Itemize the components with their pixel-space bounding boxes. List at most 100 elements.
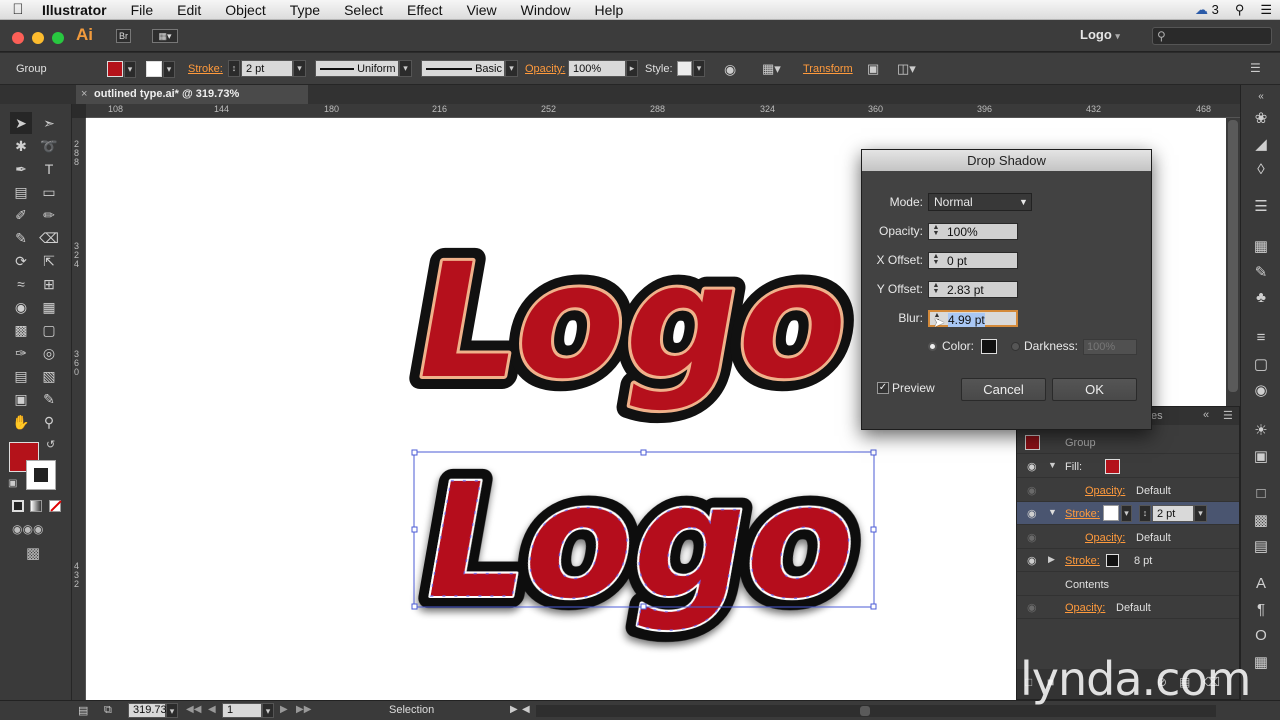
brush-dropdown[interactable]: ▾ (505, 60, 518, 77)
menu-window[interactable]: Window (509, 2, 583, 18)
cancel-button[interactable]: Cancel (961, 378, 1046, 401)
apple-icon[interactable]:  (0, 1, 36, 18)
color-mode-icon[interactable] (12, 500, 24, 512)
align-icon[interactable]: ▦▾ (762, 61, 781, 77)
zoom-tool-icon[interactable]: ⚲ (38, 411, 60, 433)
minimize-window-button[interactable] (32, 32, 44, 44)
stroke-color-box[interactable] (26, 460, 56, 490)
eye-icon[interactable]: ◉ (1027, 484, 1037, 497)
workspace-switcher[interactable]: Logo ▾ (1080, 27, 1120, 42)
creative-cloud-status[interactable]: ☁ 3 (1195, 2, 1219, 18)
chevron-down-icon[interactable]: ▼ (1048, 507, 1057, 517)
chevron-right-icon[interactable]: ▶ (1048, 554, 1055, 565)
swatches-icon[interactable]: ▦ (1250, 237, 1272, 257)
artboards-icon[interactable]: ▤ (1250, 537, 1272, 557)
horizontal-ruler[interactable]: 108 144 180 216 252 288 324 360 396 432 … (86, 104, 1240, 118)
collapse-dock-icon[interactable]: « (1250, 91, 1272, 111)
stroke-swatch[interactable] (146, 61, 162, 77)
panel-menu-icon[interactable]: ☰ (1250, 61, 1261, 75)
magic-wand-tool-icon[interactable]: ✱ (10, 135, 32, 157)
lasso-tool-icon[interactable]: ➰ (38, 135, 60, 157)
zoom-icon[interactable]: ▤ (78, 704, 88, 717)
rotate-tool-icon[interactable]: ⟳ (10, 250, 32, 272)
slice-tool-icon[interactable]: ✎ (38, 388, 60, 410)
horizontal-scrollbar[interactable] (536, 705, 1216, 717)
stroke-weight-dropdown[interactable]: ▾ (1194, 505, 1207, 522)
fill-dropdown[interactable]: ▾ (124, 61, 136, 78)
stroke-weight-dropdown[interactable]: ▾ (293, 60, 306, 77)
gradient-mode-icon[interactable] (30, 500, 42, 512)
status-menu-icon[interactable]: ▶ (510, 704, 518, 715)
opacity-label[interactable]: Opacity: (1085, 532, 1125, 544)
eraser-tool-icon[interactable]: ⌫ (38, 227, 60, 249)
transform-link[interactable]: Transform (803, 63, 853, 75)
transparency-icon[interactable]: ◉ (1250, 381, 1272, 401)
opentype-icon[interactable]: O (1250, 627, 1272, 647)
free-transform-tool-icon[interactable]: ⊞ (38, 273, 60, 295)
stepper-icon[interactable]: ▲ ▼ (930, 282, 942, 296)
symbol-sprayer-tool-icon[interactable]: ▤ (10, 365, 32, 387)
eye-icon[interactable]: ◉ (1027, 460, 1037, 473)
column-graph-tool-icon[interactable]: ▧ (38, 365, 60, 387)
scrollbar-thumb[interactable] (1228, 120, 1238, 392)
y-offset-field[interactable]: ▲ ▼ 2.83 pt (928, 281, 1018, 298)
mode-select[interactable]: Normal ▼ (928, 193, 1032, 211)
vertical-ruler[interactable]: 288 324 360 432 (72, 118, 86, 700)
menu-edit[interactable]: Edit (165, 2, 213, 18)
glyphs-icon[interactable]: ▦ (1250, 653, 1272, 673)
menu-select[interactable]: Select (332, 2, 395, 18)
stroke-swatch[interactable] (1106, 554, 1119, 567)
menu-object[interactable]: Object (213, 2, 277, 18)
zoom-window-button[interactable] (52, 32, 64, 44)
stroke-swatch[interactable] (1103, 505, 1119, 521)
stroke-weight-field[interactable]: 2 pt (241, 60, 293, 77)
opacity-field[interactable]: ▲ ▼ 100% (928, 223, 1018, 240)
appearance-opacity-row[interactable]: ◉ Opacity: Default (1017, 479, 1239, 502)
fill-swatch[interactable] (107, 61, 123, 77)
layers-icon[interactable]: ☰ (1250, 197, 1272, 217)
stroke-panel-icon[interactable]: ≡ (1250, 329, 1272, 349)
align-panel-icon[interactable]: ▣ (1250, 447, 1272, 467)
stroke-label[interactable]: Stroke: (1065, 555, 1100, 567)
graphic-style-swatch[interactable] (677, 61, 692, 76)
opacity-label[interactable]: Opacity: (1065, 602, 1105, 614)
appearance-stroke-row[interactable]: ◉ ▶ Stroke: 8 pt (1017, 549, 1239, 572)
eye-icon[interactable]: ◉ (1027, 507, 1037, 520)
recolor-artwork-icon[interactable]: ◉ (724, 61, 736, 78)
close-window-button[interactable] (12, 32, 24, 44)
blend-tool-icon[interactable]: ◎ (38, 342, 60, 364)
swap-fill-stroke-icon[interactable]: ↺ (46, 438, 55, 451)
menu-effect[interactable]: Effect (395, 2, 455, 18)
none-mode-icon[interactable] (49, 500, 62, 512)
menu-view[interactable]: View (455, 2, 509, 18)
darkness-radio[interactable] (1011, 342, 1020, 351)
profile-dropdown[interactable]: ▾ (399, 60, 412, 77)
eye-icon[interactable]: ◉ (1027, 601, 1037, 614)
stroke-weight-stepper[interactable]: ↕ (1139, 505, 1151, 522)
appearance-group-row[interactable]: Group (1017, 431, 1239, 454)
paragraph-icon[interactable]: ¶ (1250, 601, 1272, 621)
stroke-weight-stepper[interactable]: ↕ (228, 60, 240, 77)
logo-top[interactable]: Logo Logo Logo (388, 216, 877, 427)
chevron-down-icon[interactable]: ▼ (1048, 460, 1057, 470)
appearance-stroke-row-selected[interactable]: ◉ ▼ Stroke: ▾ ↕ 2 pt ▾ (1017, 502, 1239, 525)
shadow-color-swatch[interactable] (981, 339, 997, 354)
bridge-button[interactable]: Br (116, 29, 131, 43)
share-icon[interactable]: ⧉ (104, 704, 112, 717)
stroke-label[interactable]: Stroke: (188, 63, 223, 75)
menu-app[interactable]: Illustrator (36, 2, 119, 18)
type-tool-icon[interactable]: T (38, 158, 60, 180)
stroke-swatch-dropdown[interactable]: ▾ (1121, 505, 1132, 522)
rectangle-tool-icon[interactable]: ▭ (38, 181, 60, 203)
close-tab-icon[interactable]: × (81, 85, 87, 104)
gradient-tool-icon[interactable]: ▢ (38, 319, 60, 341)
zoom-dropdown[interactable]: ▾ (166, 703, 178, 718)
list-icon[interactable]: ☰ (1260, 2, 1272, 18)
artboard-dropdown[interactable]: ▾ (262, 703, 274, 718)
brushes-icon[interactable]: ✎ (1250, 263, 1272, 283)
appearance-contents-row[interactable]: Contents (1017, 573, 1239, 596)
paintbrush-tool-icon[interactable]: ✐ (10, 204, 32, 226)
pencil-tool-icon[interactable]: ✏ (38, 204, 60, 226)
artboard-tool-icon[interactable]: ▣ (10, 388, 32, 410)
panel-menu-icon[interactable]: ☰ (1223, 409, 1233, 422)
